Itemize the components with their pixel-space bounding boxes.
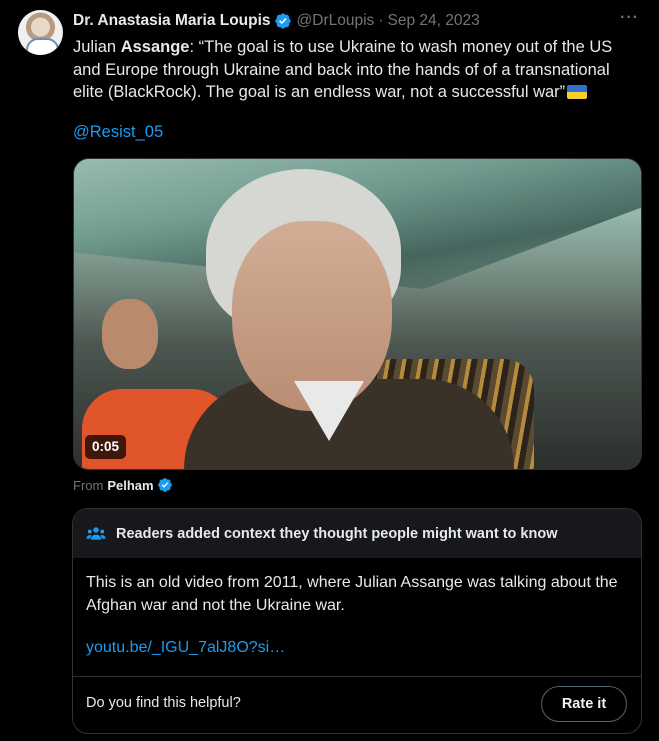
verified-badge-icon: [157, 478, 172, 492]
tweet-text: Julian Assange: “The goal is to use Ukra…: [73, 36, 643, 104]
people-icon: [86, 526, 106, 540]
from-label: From: [73, 477, 104, 493]
separator-dot: ·: [378, 12, 384, 29]
more-options-icon[interactable]: ···: [620, 9, 639, 27]
video-speaker: [184, 169, 514, 469]
tweet-header: Dr. Anastasia Maria Loupis @DrLoupis · S…: [73, 9, 639, 31]
divider: [73, 676, 641, 677]
community-note-link[interactable]: youtu.be/_IGU_7alJ8O?si…: [86, 639, 285, 657]
tweet-text-bold: Assange: [120, 38, 190, 56]
video-duration: 0:05: [85, 435, 127, 459]
author-name[interactable]: Dr. Anastasia Maria Loupis: [73, 12, 271, 30]
community-note: Readers added context they thought peopl…: [72, 508, 642, 734]
community-note-header: Readers added context they thought peopl…: [73, 509, 641, 558]
community-note-title: Readers added context they thought peopl…: [116, 525, 558, 542]
tweet-text-prefix: Julian: [73, 38, 121, 56]
community-note-body: This is an old video from 2011, where Ju…: [86, 574, 618, 614]
helpful-question: Do you find this helpful?: [86, 695, 241, 711]
video-attribution: From Pelham: [73, 477, 173, 493]
ukraine-flag-icon: [567, 85, 588, 99]
tweet-date[interactable]: Sep 24, 2023: [387, 12, 479, 30]
video-player[interactable]: 0:05: [73, 158, 642, 470]
rate-it-button[interactable]: Rate it: [541, 686, 627, 722]
verified-badge-icon: [274, 13, 291, 29]
author-handle[interactable]: @DrLoupis: [297, 12, 375, 30]
source-name[interactable]: Pelham: [107, 478, 153, 493]
mention-link[interactable]: @Resist_05: [73, 123, 163, 142]
author-avatar[interactable]: [18, 10, 63, 55]
